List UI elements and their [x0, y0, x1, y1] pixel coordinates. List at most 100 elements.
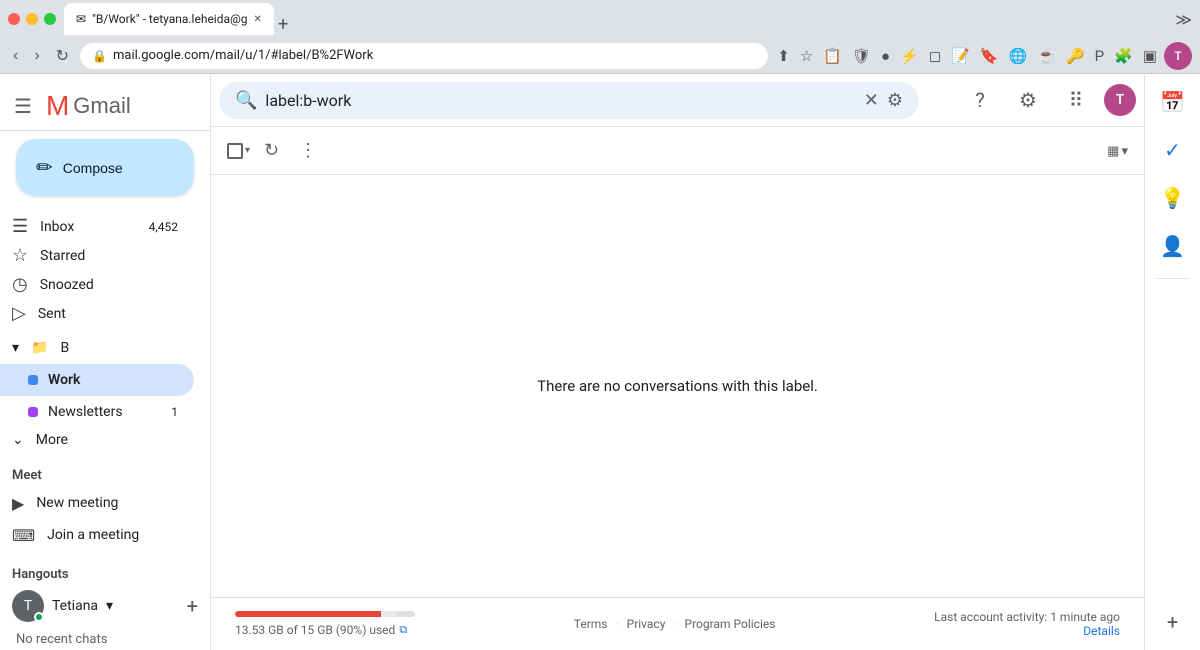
hangouts-header: T Tetiana ▾ + [0, 586, 210, 626]
app-layout: ☰ M Gmail ✏ Compose ☰ Inbox 4,452 ☆ Star… [0, 74, 1200, 650]
sidebar-item-snoozed[interactable]: ◷ Snoozed [0, 270, 194, 299]
privacy-link[interactable]: Privacy [627, 617, 666, 631]
more-chevron-icon: ⌄ [12, 432, 24, 448]
activity-details-link[interactable]: Details [934, 624, 1120, 638]
storage-bar-container [235, 611, 415, 617]
right-panel-keep-icon[interactable]: 💡 [1153, 178, 1193, 218]
sidebar-item-join-meeting[interactable]: ⌨ Join a meeting [0, 519, 194, 551]
sidebar-item-inbox[interactable]: ☰ Inbox 4,452 [0, 212, 194, 241]
main-content: 🔍 label:b-work ✕ ⚙ ? ⚙ ⠿ T [210, 74, 1144, 650]
puzzle-icon[interactable]: 🧩 [1111, 44, 1136, 68]
hangouts-add-icon[interactable]: + [187, 594, 198, 618]
sidebar-item-more[interactable]: ⌄ More [0, 428, 210, 452]
footer-sep-1: · [615, 617, 618, 631]
header-right-icons: ? ⚙ ⠿ T [960, 80, 1136, 120]
gmail-logo: M Gmail [46, 90, 131, 122]
maximize-window-dot[interactable] [44, 13, 56, 25]
back-button[interactable]: ‹ [8, 45, 23, 67]
hangouts-arrow-icon[interactable]: ▾ [106, 598, 113, 614]
apps-button[interactable]: ⠿ [1056, 80, 1096, 120]
right-panel-calendar-icon[interactable]: 📅 [1153, 82, 1193, 122]
refresh-button[interactable]: ↻ [258, 136, 285, 165]
last-activity-section: Last account activity: 1 minute ago Deta… [934, 610, 1120, 638]
search-options-icon[interactable]: ⚙ [887, 90, 903, 111]
storage-bar [235, 611, 397, 617]
search-bar[interactable]: 🔍 label:b-work ✕ ⚙ [219, 82, 919, 119]
hangouts-avatar[interactable]: T [12, 590, 44, 622]
ext9-icon[interactable]: ☕ [1034, 44, 1059, 68]
sidebar-item-sent[interactable]: ▷ Sent [0, 299, 194, 328]
ext7-icon[interactable]: 🔖 [977, 44, 1002, 68]
more-options-button[interactable]: ⋮ [293, 136, 323, 165]
reload-button[interactable]: ↻ [51, 44, 74, 68]
inbox-count: 4,452 [149, 220, 178, 234]
settings-button[interactable]: ⚙ [1008, 80, 1048, 120]
new-meeting-label: New meeting [36, 495, 118, 511]
storage-manage-link[interactable]: ⧉ [399, 623, 407, 637]
settings-icon: ⚙ [1019, 88, 1037, 112]
newsletters-label-text: Newsletters [48, 404, 123, 420]
tab-close-button[interactable]: ✕ [254, 14, 262, 25]
right-panel-tasks-icon[interactable]: ✓ [1153, 130, 1193, 170]
search-icon: 🔍 [235, 90, 257, 111]
more-label: More [36, 432, 68, 448]
bookmark-icon[interactable]: ☆ [797, 44, 816, 68]
apps-grid-icon: ⠿ [1069, 88, 1084, 112]
footer-sep-2: · [673, 617, 676, 631]
active-tab[interactable]: ✉ "B/Work" - tetyana.leheida@g ✕ [64, 3, 274, 35]
right-panel-contacts-icon[interactable]: 👤 [1153, 226, 1193, 266]
close-window-dot[interactable] [8, 13, 20, 25]
ext11-icon[interactable]: P [1092, 44, 1107, 68]
right-panel-add-icon[interactable]: + [1153, 602, 1193, 642]
work-label-text: Work [48, 372, 80, 388]
layout-button[interactable]: ▦ ▾ [1107, 143, 1128, 159]
sidebar-icon[interactable]: ▣ [1140, 44, 1160, 68]
compose-button[interactable]: ✏ Compose [16, 139, 194, 196]
select-all-area: ▾ [227, 143, 250, 159]
ext6-icon[interactable]: 📝 [948, 44, 973, 68]
browser-profile-avatar[interactable]: T [1164, 42, 1192, 70]
hangouts-section: Hangouts T Tetiana ▾ + No recent chats S… [0, 555, 210, 650]
ext3-icon[interactable]: ● [878, 44, 893, 68]
label-b-parent[interactable]: ▾ 📁 B [0, 332, 210, 364]
hangouts-empty-message: No recent chats [0, 626, 210, 650]
forward-button[interactable]: › [29, 45, 44, 67]
program-policies-link[interactable]: Program Policies [685, 617, 776, 631]
newsletters-label-dot [28, 407, 38, 417]
ext2-icon[interactable]: 🛡 [849, 44, 874, 68]
layout-chevron-icon: ▾ [1121, 143, 1128, 159]
snoozed-icon: ◷ [12, 274, 28, 295]
snoozed-label: Snoozed [40, 277, 178, 293]
user-avatar[interactable]: T [1104, 84, 1136, 116]
share-icon[interactable]: ⬆ [774, 44, 793, 68]
toolbar-right: ▦ ▾ [1107, 143, 1128, 159]
sidebar-item-work[interactable]: Work [0, 364, 194, 396]
new-tab-button[interactable]: + [274, 14, 292, 35]
inbox-icon: ☰ [12, 216, 28, 237]
ext8-icon[interactable]: 🌐 [1006, 44, 1031, 68]
email-list-area: There are no conversations with this lab… [211, 175, 1144, 597]
search-input[interactable]: label:b-work [265, 91, 855, 110]
search-clear-icon[interactable]: ✕ [864, 90, 879, 111]
tab-bar: ✉ "B/Work" - tetyana.leheida@g ✕ + [64, 3, 1167, 35]
help-button[interactable]: ? [960, 80, 1000, 120]
terms-link[interactable]: Terms [574, 617, 608, 631]
hamburger-menu-icon[interactable]: ☰ [8, 88, 38, 124]
storage-usage-text: 13.53 GB of 15 GB (90%) used [235, 623, 395, 637]
sidebar-item-new-meeting[interactable]: ▶ New meeting [0, 487, 194, 519]
ext5-icon[interactable]: ◻ [926, 44, 944, 68]
select-all-checkbox[interactable] [227, 143, 243, 159]
right-panel: 📅 ✓ 💡 👤 + [1144, 74, 1200, 650]
ext1-icon[interactable]: 📋 [820, 44, 845, 68]
footer-links: Terms · Privacy · Program Policies [574, 617, 776, 631]
tab-more-icon[interactable]: ≫ [1175, 10, 1192, 29]
meet-section: Meet ▶ New meeting ⌨ Join a meeting [0, 452, 210, 555]
label-b-section: ▾ 📁 B Work Newsletters 1 [0, 332, 210, 428]
select-dropdown-chevron[interactable]: ▾ [245, 145, 250, 156]
ext4-icon[interactable]: ⚡ [897, 44, 922, 68]
sidebar-item-starred[interactable]: ☆ Starred [0, 241, 194, 270]
ext10-icon[interactable]: 🔑 [1063, 44, 1088, 68]
sidebar-item-newsletters[interactable]: Newsletters 1 [0, 396, 194, 428]
address-input[interactable]: 🔒 mail.google.com/mail/u/1/#label/B%2FWo… [80, 43, 768, 69]
minimize-window-dot[interactable] [26, 13, 38, 25]
